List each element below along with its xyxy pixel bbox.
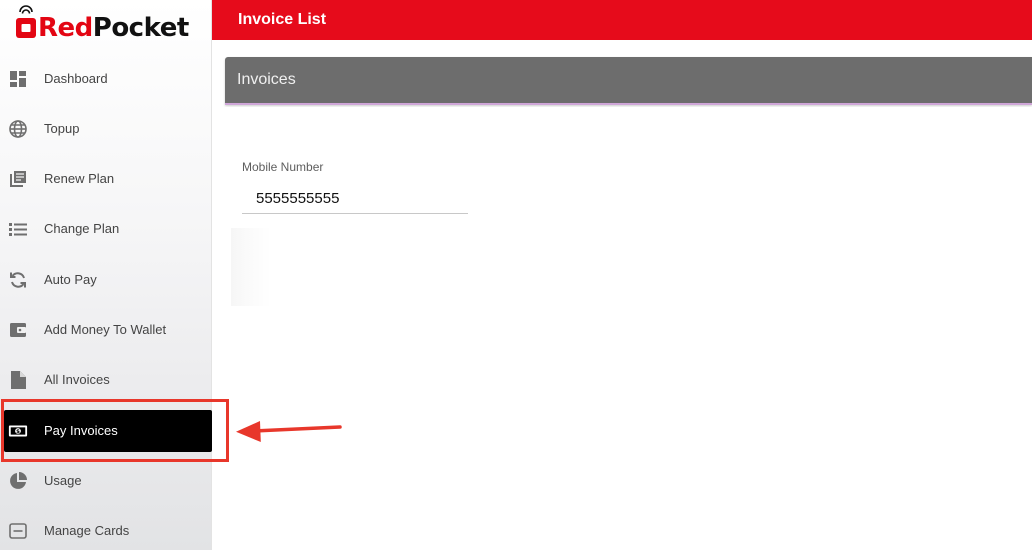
sidebar-item-manage-cards[interactable]: Manage Cards [0, 510, 212, 550]
highlight-box [1, 399, 229, 462]
globe-icon [8, 119, 28, 139]
sidebar-item-usage[interactable]: Usage [0, 460, 212, 502]
sidebar-item-label: Manage Cards [44, 523, 130, 538]
sidebar-item-label: Usage [44, 473, 82, 488]
brand-wordmark: RedPocket [38, 13, 189, 43]
sidebar-item-all-invoices[interactable]: All Invoices [0, 359, 212, 401]
brand-name-dark: Pocket [92, 13, 190, 43]
card-icon [8, 521, 28, 541]
sidebar-item-label: Change Plan [44, 221, 120, 236]
sidebar-item-label: Topup [44, 121, 80, 136]
sidebar: RedPocket Dashboard Topup Renew Plan Cha [0, 0, 212, 550]
mobile-number-input[interactable] [242, 184, 468, 214]
card-header: Invoices [225, 57, 1032, 105]
results-panel [231, 228, 1032, 306]
app-root: RedPocket Dashboard Topup Renew Plan Cha [0, 0, 1032, 550]
sidebar-item-label: All Invoices [44, 372, 110, 387]
brand-name-red: Red [38, 13, 93, 43]
page-title: Invoice List [238, 11, 327, 28]
pointer-arrow-icon [236, 421, 342, 442]
library-books-icon [8, 169, 28, 189]
sidebar-item-dashboard[interactable]: Dashboard [0, 58, 212, 100]
top-bar: Invoice List [212, 0, 1032, 40]
card-body [225, 107, 1032, 550]
card-title: Invoices [237, 71, 296, 88]
sidebar-item-label: Dashboard [44, 71, 108, 86]
refresh-icon [8, 270, 28, 290]
sidebar-item-label: Renew Plan [44, 171, 115, 186]
sidebar-item-auto-pay[interactable]: Auto Pay [0, 259, 212, 301]
sidebar-item-change-plan[interactable]: Change Plan [0, 208, 212, 250]
sidebar-item-label: Auto Pay [44, 272, 97, 287]
sidebar-item-label: Add Money To Wallet [44, 322, 167, 337]
brand-logo[interactable]: RedPocket [14, 2, 194, 43]
sidebar-item-renew-plan[interactable]: Renew Plan [0, 158, 212, 200]
document-icon [8, 370, 28, 390]
wallet-icon [8, 320, 28, 340]
list-icon [8, 219, 28, 239]
sidebar-item-add-money-to-wallet[interactable]: Add Money To Wallet [0, 309, 212, 351]
sidebar-item-topup[interactable]: Topup [0, 108, 212, 150]
mobile-number-label: Mobile Number [242, 160, 324, 174]
dashboard-icon [8, 69, 28, 89]
brand-pocket-icon [16, 5, 36, 38]
pie-chart-icon [8, 471, 28, 491]
